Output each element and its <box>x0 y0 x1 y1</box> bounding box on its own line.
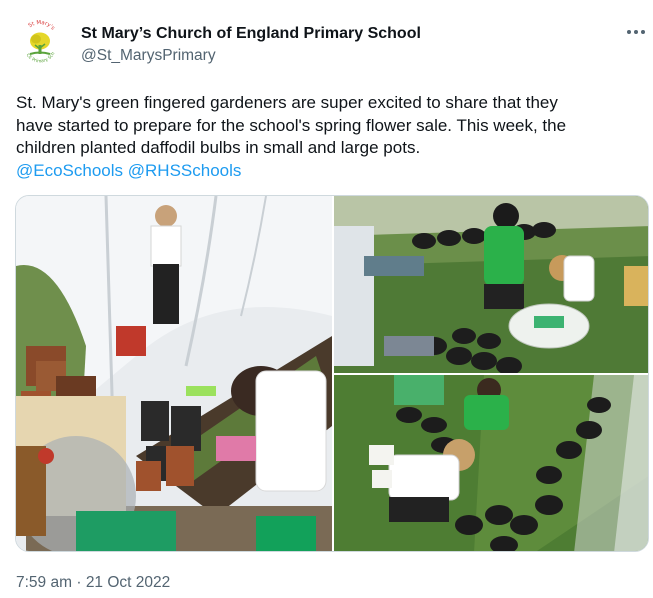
tweet-text-line: have started to prepare for the school's… <box>16 115 567 135</box>
author-name[interactable]: St Mary’s Church of England Primary Scho… <box>81 25 421 43</box>
more-options-button[interactable] <box>623 22 649 42</box>
photo-children-with-pots[interactable] <box>334 375 648 551</box>
school-tree-logo-icon: St Mary's CE Primary School <box>16 18 63 65</box>
tweet-time: 7:59 am <box>16 574 73 591</box>
photo-children-planting[interactable] <box>334 196 648 373</box>
more-horizontal-icon <box>627 30 631 34</box>
tweet-text: St. Mary's green fingered gardeners are … <box>16 92 646 182</box>
tweet-text-line: children planted daffodil bulbs in small… <box>16 138 421 157</box>
tweet-date: 21 Oct 2022 <box>85 574 171 591</box>
photo-polytunnel[interactable] <box>16 196 332 551</box>
children-with-pots-photo <box>334 375 648 551</box>
avatar[interactable]: St Mary's CE Primary School <box>16 18 64 66</box>
mentions-line: @EcoSchools @RHSSchools <box>16 160 646 183</box>
mention-ecoschools-link[interactable]: @EcoSchools <box>16 161 123 180</box>
more-horizontal-icon-dot <box>634 30 638 34</box>
tweet-card: St Mary's CE Primary School St Mary’s Ch… <box>0 0 653 598</box>
children-planting-photo <box>334 196 648 373</box>
media-grid <box>15 195 649 552</box>
more-horizontal-icon-dot <box>641 30 645 34</box>
tweet-timestamp[interactable]: 7:59 am · 21 Oct 2022 <box>16 574 170 592</box>
tweet-text-line: St. Mary's green fingered gardeners are … <box>16 93 558 112</box>
polytunnel-photo <box>16 196 332 551</box>
mention-rhsschools-link[interactable]: @RHSSchools <box>128 161 242 180</box>
timestamp-separator: · <box>76 574 82 591</box>
author-handle[interactable]: @St_MarysPrimary <box>81 47 216 65</box>
